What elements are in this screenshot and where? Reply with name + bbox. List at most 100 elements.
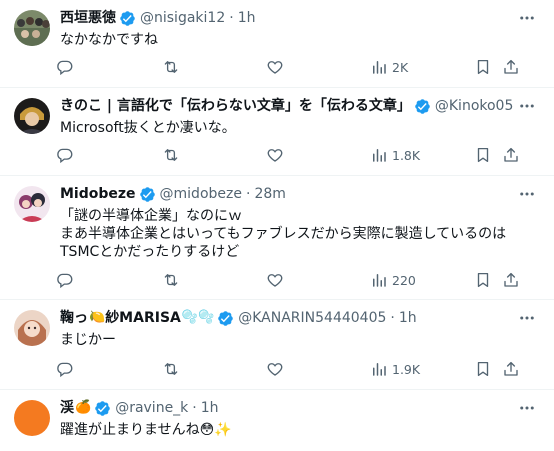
like-icon: [267, 363, 283, 376]
more-icon[interactable]: [516, 96, 538, 116]
avatar[interactable]: [14, 10, 50, 46]
tweet-text: 躍進が止まりませんね😳✨: [60, 422, 232, 438]
like-icon: [267, 61, 283, 74]
bookmark-icon: [477, 272, 489, 288]
retweet-icon: [164, 363, 178, 375]
like-button[interactable]: [266, 359, 284, 379]
reply-button[interactable]: [56, 145, 74, 165]
handle[interactable]: @midobeze: [160, 184, 242, 204]
tweet-4[interactable]: 鞠っ 🍋 紗MARISA 🫧🫧 @KANARIN54440405 · 1h まじ…: [0, 300, 554, 390]
tweet-text: 「謎の半導体企業」なのにｗ まあ半導体企業とはいってもファブレスだから実際に製造…: [60, 208, 507, 260]
avatar[interactable]: [14, 98, 50, 134]
bookmark-button[interactable]: [474, 359, 492, 379]
tweet-5[interactable]: 渓 🍊 @ravine_k · 1h 躍進が止まりませんね😳✨: [0, 390, 554, 451]
view-count: 2K: [392, 59, 409, 75]
tweet-header: きのこ | 言語化で「伝わらない文章」を「伝わる文章」 @Kinoko055 ·…: [60, 96, 514, 116]
views-button[interactable]: 1.8K: [370, 145, 420, 165]
verified-badge-icon: [120, 10, 135, 26]
views-button[interactable]: 1.9K: [370, 359, 420, 379]
timestamp[interactable]: 1h: [399, 308, 417, 328]
share-button[interactable]: [502, 57, 520, 77]
share-icon: [504, 272, 518, 287]
verified-badge-icon: [95, 400, 110, 416]
tweet-text: Microsoft抜くとか凄いな。: [60, 120, 236, 136]
retweet-icon: [164, 61, 178, 73]
action-bar: 220: [52, 270, 554, 290]
views-icon: [373, 274, 386, 287]
more-icon[interactable]: [516, 184, 538, 204]
display-name[interactable]: 渓: [60, 398, 74, 418]
reply-button[interactable]: [56, 359, 74, 379]
views-button[interactable]: 2K: [370, 57, 408, 77]
bookmark-icon: [477, 147, 489, 163]
handle[interactable]: @Kinoko055: [435, 96, 514, 116]
avatar[interactable]: [14, 400, 50, 436]
like-button[interactable]: [266, 57, 284, 77]
reply-icon: [57, 362, 73, 378]
views-icon: [373, 61, 386, 74]
like-icon: [267, 274, 283, 287]
view-count: 1.8K: [392, 147, 421, 163]
display-name[interactable]: 西垣悪徳: [60, 8, 116, 28]
retweet-button[interactable]: [162, 57, 180, 77]
name-emoji: 🍊: [75, 400, 92, 415]
view-count: 1.9K: [392, 361, 421, 377]
reply-icon: [57, 60, 73, 76]
share-button[interactable]: [502, 359, 520, 379]
tweet-text: なかなかですね: [60, 32, 158, 48]
more-icon[interactable]: [516, 398, 538, 418]
like-button[interactable]: [266, 145, 284, 165]
tweet-header: Midobeze @midobeze · 28m: [60, 184, 286, 204]
handle[interactable]: @KANARIN54440405: [238, 308, 386, 328]
bookmark-icon: [477, 361, 489, 377]
tweet-2[interactable]: きのこ | 言語化で「伝わらない文章」を「伝わる文章」 @Kinoko055 ·…: [0, 88, 554, 176]
retweet-button[interactable]: [162, 359, 180, 379]
avatar[interactable]: [14, 310, 50, 346]
handle[interactable]: @nisigaki12: [140, 8, 225, 28]
retweet-icon: [164, 149, 178, 161]
tweet-header: 鞠っ 🍋 紗MARISA 🫧🫧 @KANARIN54440405 · 1h: [60, 308, 417, 328]
verified-badge-icon: [218, 310, 234, 326]
tweet-feed: 西垣悪徳 @nisigaki12 · 1h なかなかですね 2K きのこ | 言…: [0, 0, 554, 451]
retweet-icon: [164, 274, 178, 286]
retweet-button[interactable]: [162, 270, 180, 290]
views-icon: [373, 149, 386, 162]
view-count: 220: [392, 272, 416, 288]
action-bar: 1.9K: [52, 359, 554, 379]
timestamp[interactable]: 1h: [201, 398, 219, 418]
verified-badge-icon: [139, 186, 155, 202]
reply-button[interactable]: [56, 57, 74, 77]
share-button[interactable]: [502, 145, 520, 165]
avatar[interactable]: [14, 186, 50, 222]
display-name[interactable]: Midobeze: [60, 184, 136, 204]
bookmark-button[interactable]: [474, 57, 492, 77]
display-name[interactable]: きのこ | 言語化で「伝わらない文章」を「伝わる文章」: [60, 96, 411, 116]
reply-icon: [57, 273, 73, 289]
views-button[interactable]: 220: [370, 270, 416, 290]
timestamp[interactable]: 28m: [254, 184, 285, 204]
handle[interactable]: @ravine_k: [115, 398, 188, 418]
action-bar: 2K: [52, 57, 554, 77]
bookmark-icon: [477, 59, 489, 75]
reply-icon: [57, 148, 73, 164]
timestamp[interactable]: 1h: [238, 8, 256, 28]
display-name-suffix[interactable]: 紗MARISA: [105, 308, 181, 328]
retweet-button[interactable]: [162, 145, 180, 165]
like-button[interactable]: [266, 270, 284, 290]
like-icon: [267, 149, 283, 162]
tweet-text: まじかー: [60, 332, 116, 348]
display-name[interactable]: 鞠っ: [60, 308, 88, 328]
bookmark-button[interactable]: [474, 145, 492, 165]
bookmark-button[interactable]: [474, 270, 492, 290]
more-icon[interactable]: [516, 308, 538, 328]
share-button[interactable]: [502, 270, 520, 290]
share-icon: [504, 361, 518, 376]
more-icon[interactable]: [516, 8, 538, 28]
tweet-1[interactable]: 西垣悪徳 @nisigaki12 · 1h なかなかですね 2K: [0, 0, 554, 88]
tweet-header: 西垣悪徳 @nisigaki12 · 1h: [60, 8, 256, 28]
tweet-3[interactable]: Midobeze @midobeze · 28m 「謎の半導体企業」なのにｗ ま…: [0, 176, 554, 300]
reply-button[interactable]: [56, 270, 74, 290]
share-icon: [504, 147, 518, 162]
views-icon: [373, 363, 386, 376]
name-emoji: 🍋: [89, 310, 106, 325]
